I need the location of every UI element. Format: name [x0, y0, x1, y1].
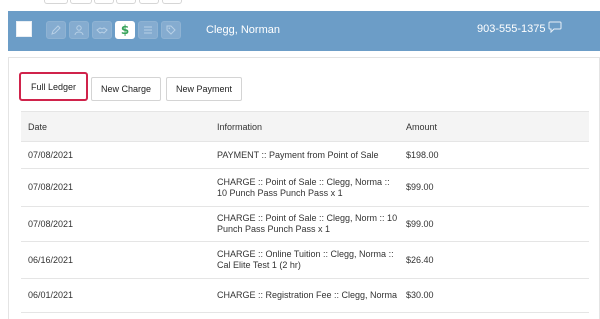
row-information: CHARGE :: Online Tuition :: Clegg, Norma…	[210, 241, 399, 279]
row-date: 07/08/2021	[21, 141, 210, 169]
row-information: CHARGE :: Point of Sale :: Clegg, Norm :…	[210, 206, 399, 242]
top-tab[interactable]	[70, 0, 92, 4]
customer-phone: 903-555-1375	[477, 23, 546, 35]
row-information: CHARGE :: Point of Sale :: Clegg, Norma …	[210, 168, 399, 207]
billing-button[interactable]: $	[115, 21, 135, 39]
top-tab[interactable]	[139, 0, 159, 4]
row-date: 06/01/2021	[21, 278, 210, 313]
row-amount: $198.00	[399, 141, 589, 169]
row-amount: $99.00	[399, 168, 589, 207]
row-amount: $99.00	[399, 206, 589, 242]
row-amount: $30.00	[399, 278, 589, 313]
tag-button[interactable]	[161, 21, 181, 39]
top-tab[interactable]	[94, 0, 114, 4]
new-charge-button[interactable]: New Charge	[91, 77, 161, 101]
handshake-button[interactable]	[92, 21, 112, 39]
table-row[interactable]: 06/16/2021 CHARGE :: Online Tuition :: C…	[21, 241, 589, 279]
top-tab[interactable]	[162, 0, 182, 4]
chat-icon[interactable]	[548, 21, 562, 33]
edit-icon	[51, 25, 61, 35]
customer-name[interactable]: Clegg, Norman	[206, 24, 280, 36]
top-tab[interactable]	[116, 0, 136, 4]
full-ledger-label: Full Ledger	[30, 81, 77, 92]
customer-header-bar: $ Clegg, Norman 903-555-1375	[8, 11, 600, 51]
select-checkbox[interactable]	[16, 21, 32, 37]
edit-button[interactable]	[46, 21, 66, 39]
table-header-row: Date Information Amount	[21, 111, 589, 142]
new-payment-button[interactable]: New Payment	[166, 77, 242, 101]
dollar-icon: $	[120, 23, 130, 37]
table-row[interactable]: 07/08/2021 CHARGE :: Point of Sale :: Cl…	[21, 206, 589, 242]
top-tab-strip	[0, 0, 600, 11]
row-date: 07/08/2021	[21, 206, 210, 242]
handshake-icon	[96, 27, 108, 34]
top-tab[interactable]	[44, 0, 68, 4]
table-row[interactable]: 07/08/2021 CHARGE :: Point of Sale :: Cl…	[21, 168, 589, 207]
row-date: 07/08/2021	[21, 168, 210, 207]
row-date: 06/16/2021	[21, 241, 210, 279]
row-information: PAYMENT :: Payment from Point of Sale	[210, 141, 399, 169]
list-icon	[144, 26, 152, 34]
ledger-table: Date Information Amount 07/08/2021 PAYME…	[21, 111, 589, 313]
full-ledger-button[interactable]: Full Ledger	[19, 72, 88, 101]
list-button[interactable]	[138, 21, 158, 39]
row-information: CHARGE :: Registration Fee :: Clegg, Nor…	[210, 278, 399, 313]
column-header-date[interactable]: Date	[21, 111, 210, 142]
table-row[interactable]: 06/01/2021 CHARGE :: Registration Fee ::…	[21, 278, 589, 313]
table-row[interactable]: 07/08/2021 PAYMENT :: Payment from Point…	[21, 141, 589, 169]
column-header-information[interactable]: Information	[210, 111, 399, 142]
person-icon	[74, 25, 84, 36]
tag-icon	[166, 25, 176, 35]
row-amount: $26.40	[399, 241, 589, 279]
person-button[interactable]	[69, 21, 89, 39]
column-header-amount[interactable]: Amount	[399, 111, 589, 142]
